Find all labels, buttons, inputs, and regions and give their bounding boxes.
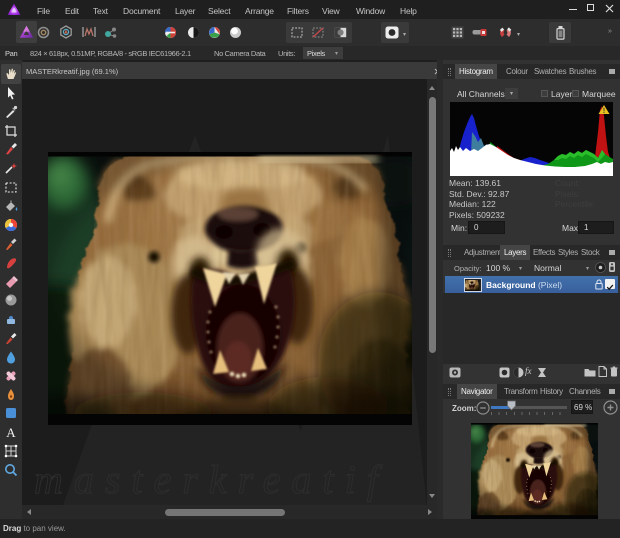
svg-text:A: A: [6, 425, 16, 440]
